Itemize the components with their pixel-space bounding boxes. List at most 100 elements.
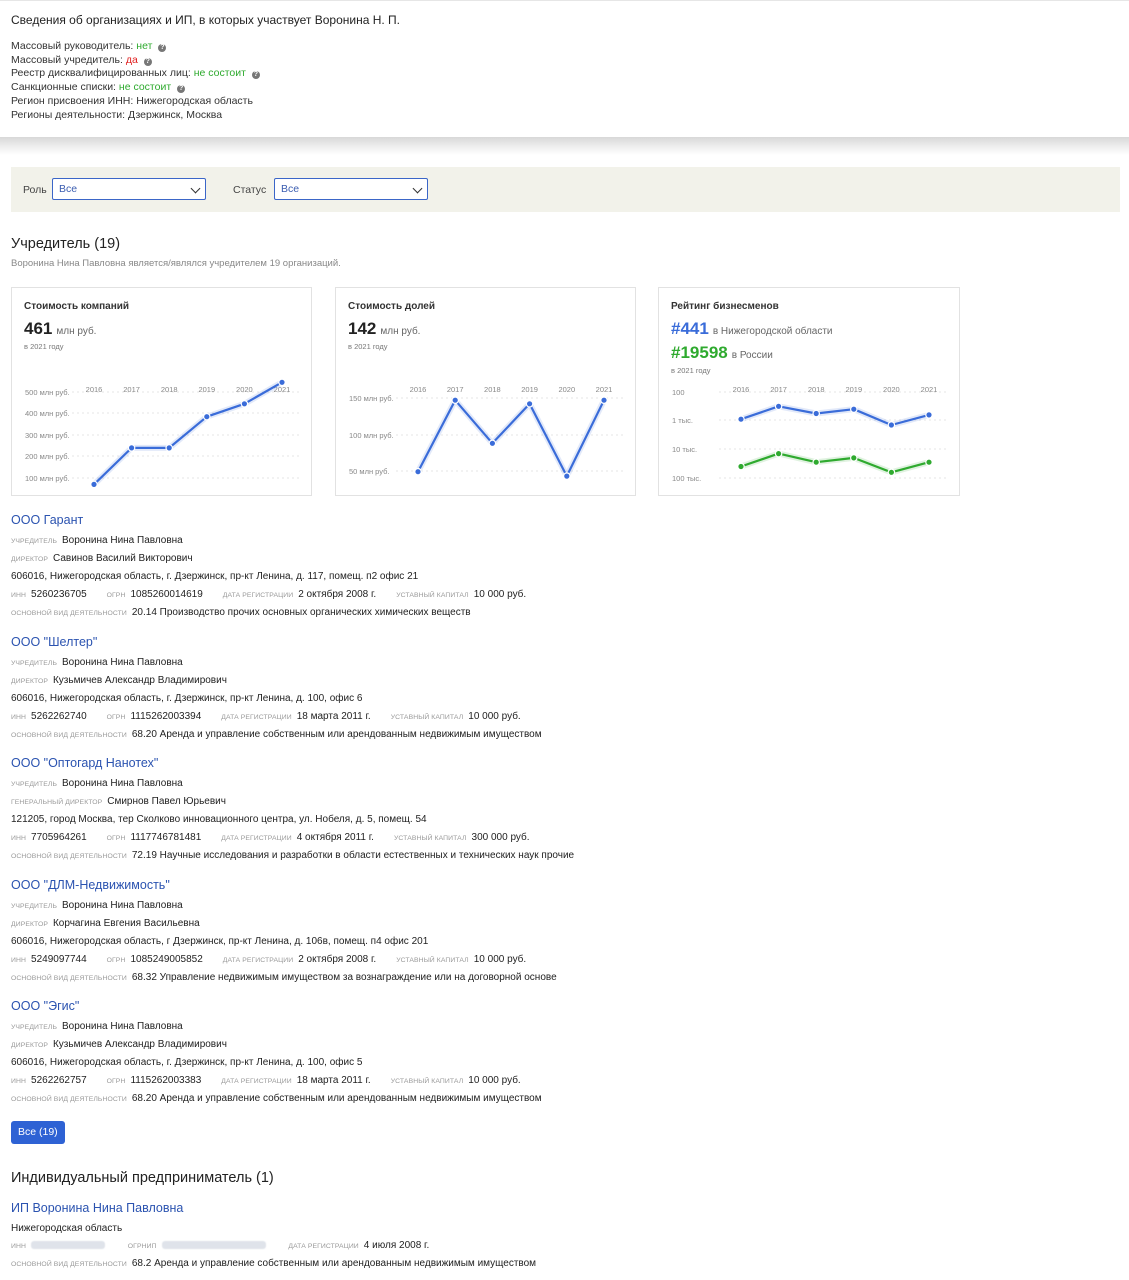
- data-point[interactable]: [451, 396, 460, 405]
- founder-label: учредитель: [11, 1024, 58, 1031]
- summary-line: Массовый руководитель: нет?: [11, 40, 1118, 54]
- founder-section-title: Учредитель (19): [11, 236, 121, 252]
- role-select[interactable]: Все: [52, 178, 206, 200]
- inn-value: 5249097744: [31, 953, 87, 965]
- series-line: [93, 381, 283, 486]
- address-line: 606016, Нижегородская область, г. Дзержи…: [11, 571, 419, 583]
- organization-entry: ООО "Шелтер" учредитель Воронина Нина Павл…: [11, 635, 542, 744]
- data-point[interactable]: [850, 405, 858, 414]
- organization-name-link[interactable]: ООО "Эгис": [11, 999, 542, 1013]
- data-point[interactable]: [563, 472, 571, 480]
- data-point[interactable]: [488, 439, 497, 448]
- help-icon[interactable]: ?: [158, 44, 167, 52]
- ogrn-value: 1115262003394: [130, 710, 202, 722]
- inn-label: инн: [11, 713, 27, 721]
- ogrnip-label: огрнип: [127, 1243, 157, 1251]
- ogrn-value: 1085260014619: [130, 588, 203, 600]
- data-point[interactable]: [600, 396, 608, 405]
- filter-bar: Роль Все Статус Все: [11, 167, 1120, 212]
- data-point[interactable]: [887, 421, 896, 429]
- ids-line: инн 5262262740 огрн 1115262003394 дата регис…: [11, 708, 542, 726]
- x-tick-label: 2017: [123, 385, 140, 394]
- director-label: директор: [11, 556, 48, 564]
- x-tick-label: 2021: [921, 385, 938, 394]
- ip-name-link[interactable]: ИП Воронина Нина Павловна: [11, 1201, 536, 1215]
- data-point[interactable]: [90, 480, 98, 489]
- ogrn-value: 1115262003383: [130, 1074, 202, 1086]
- activity-value: 68.20 Аренда и управление собственным ил…: [131, 728, 542, 740]
- help-icon[interactable]: ?: [177, 85, 186, 94]
- ids-line: инн 5260236705 огрн 1085260014619 дата регис…: [11, 586, 526, 604]
- data-point[interactable]: [203, 412, 211, 421]
- company-value-card: Стоимость компаний 461 млн руб. в 2021 го…: [11, 287, 312, 496]
- summary-line-value: Дзержинск, Москва: [128, 108, 223, 121]
- summary-line-label: Регионы деятельности:: [11, 108, 129, 121]
- summary-line-label: Санкционные списки:: [11, 81, 119, 94]
- inn-label: инн: [11, 956, 27, 964]
- reg-date-value: 4 октября 2011 г.: [296, 831, 374, 843]
- status-select[interactable]: Все: [274, 178, 428, 200]
- ogrn-label: огрн: [106, 713, 126, 721]
- x-tick-label: 2016: [733, 385, 750, 394]
- data-point[interactable]: [525, 400, 534, 408]
- ip-ids: инн огрнип дата регистрации 4 июля 2008 г…: [11, 1237, 536, 1255]
- data-point[interactable]: [850, 454, 858, 462]
- show-all-button[interactable]: Все (19): [11, 1121, 65, 1144]
- organization-name-link[interactable]: ООО "Оптогард Нанотех": [11, 756, 574, 770]
- data-point[interactable]: [887, 468, 896, 477]
- organization-name-link[interactable]: ООО "Шелтер": [11, 635, 542, 649]
- data-point[interactable]: [812, 409, 821, 418]
- director-line: директор Савинов Василий Викторович: [11, 550, 526, 568]
- series-line-glow: [415, 397, 607, 480]
- summary-line: Регион присвоения ИНН: Нижегородская обл…: [11, 95, 1118, 109]
- x-tick-label: 2021: [596, 385, 613, 394]
- help-icon[interactable]: ?: [143, 57, 152, 66]
- summary-line-value: нет: [136, 40, 153, 52]
- data-point[interactable]: [925, 458, 933, 467]
- inn-value: 5262262740: [31, 710, 87, 722]
- activity-label: основной вид деятельности: [11, 1261, 127, 1269]
- ids-line: инн 5249097744 огрн 1085249005852 дата регис…: [11, 951, 557, 969]
- capital-label: уставный капитал: [390, 713, 464, 721]
- ogrn-label: огрн: [106, 956, 126, 964]
- ip-activity: основной вид деятельности 68.2 Аренда и у…: [11, 1255, 536, 1273]
- data-point[interactable]: [925, 411, 933, 419]
- organization-name-link[interactable]: ООО "ДЛМ-Недвижимость": [11, 878, 557, 892]
- activity-value: 20.14 Производство прочих основных орган…: [131, 606, 471, 618]
- y-tick-label: 150 млн руб.: [349, 394, 394, 403]
- ogrn-value: 1085249005852: [130, 953, 203, 965]
- data-point[interactable]: [165, 444, 174, 452]
- ogrn-label: огрн: [106, 591, 126, 599]
- y-tick-label: 200 млн руб.: [25, 452, 70, 461]
- data-point[interactable]: [240, 400, 249, 408]
- director-value: Смирнов Павел Юрьевич: [107, 796, 226, 808]
- reg-date-value: 2 октября 2008 г.: [298, 953, 377, 965]
- reg-date-value: 2 октября 2008 г.: [298, 588, 377, 600]
- data-point[interactable]: [737, 462, 745, 471]
- organization-entry: ООО "Оптогард Нанотех" учредитель Воронина…: [11, 756, 574, 865]
- data-point[interactable]: [774, 449, 783, 458]
- data-point[interactable]: [414, 467, 422, 476]
- inn-value: 7705964261: [31, 831, 87, 843]
- activity-value: 68.32 Управление недвижимым имуществом з…: [131, 971, 557, 983]
- data-point[interactable]: [737, 415, 745, 424]
- founder-value: Воронина Нина Павловна: [62, 535, 183, 546]
- director-value: Корчагина Евгения Васильевна: [52, 918, 200, 930]
- reg-date-value: 18 марта 2011 г.: [296, 1074, 371, 1086]
- y-tick-label: 100 млн руб.: [349, 431, 394, 440]
- capital-label: уставный капитал: [396, 956, 469, 964]
- x-tick-label: 2017: [447, 385, 464, 394]
- inn-value: 5262262757: [31, 1074, 87, 1086]
- organization-name-link[interactable]: ООО Гарант: [11, 513, 526, 527]
- activity-label: основной вид деятельности: [11, 974, 127, 982]
- help-icon[interactable]: ?: [251, 71, 260, 80]
- organization-entry: ООО Гарант учредитель Воронина Нина Павлов…: [11, 513, 526, 622]
- summary-line-value: не состоит: [118, 81, 172, 94]
- ids-line: инн 5262262757 огрн 1115262003383 дата регис…: [11, 1072, 542, 1090]
- data-point[interactable]: [127, 444, 136, 452]
- data-point[interactable]: [812, 458, 821, 467]
- x-tick-label: 2018: [484, 385, 501, 394]
- data-point[interactable]: [278, 378, 286, 387]
- data-point[interactable]: [774, 402, 783, 411]
- director-value: Савинов Василий Викторович: [52, 553, 193, 565]
